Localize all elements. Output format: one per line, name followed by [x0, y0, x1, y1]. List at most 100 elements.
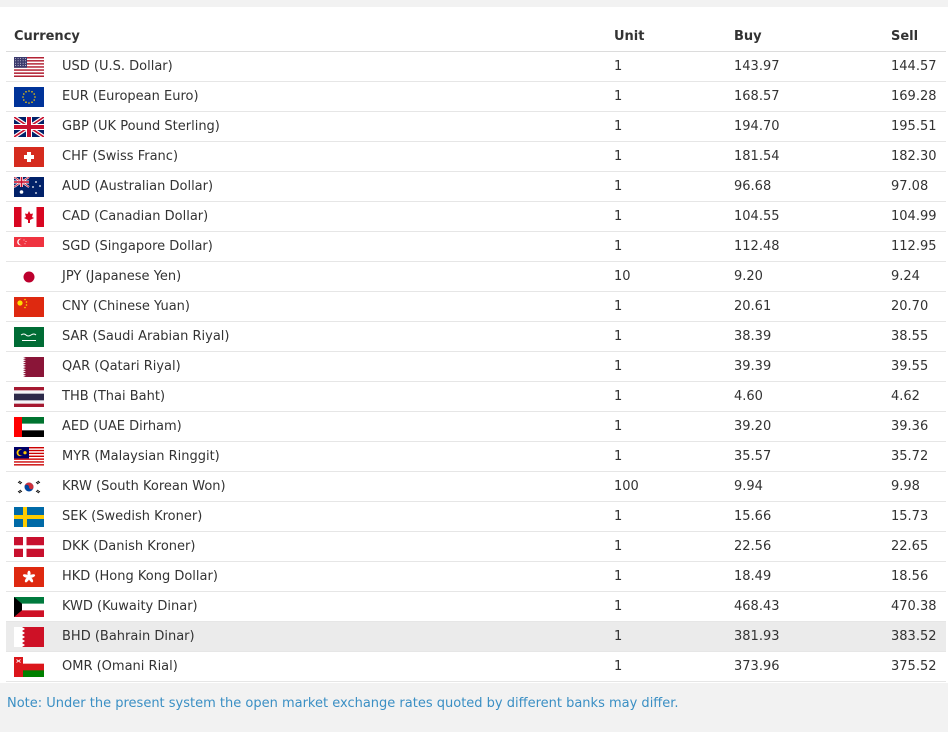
currency-cell: SAR (Saudi Arabian Riyal): [62, 321, 614, 352]
flag-cell: [6, 381, 62, 412]
uk-flag-icon: [14, 116, 44, 137]
dk-flag-icon: [14, 536, 44, 557]
unit-cell: 1: [614, 591, 734, 622]
table-row: QAR (Qatari Riyal) 1 39.39 39.55: [6, 351, 946, 382]
flag-cell: [6, 231, 62, 262]
buy-rate-cell: 38.39: [734, 321, 891, 352]
sell-rate-cell: 18.56: [891, 561, 946, 592]
sell-rate-cell: 169.28: [891, 81, 946, 112]
sell-rate-cell: 182.30: [891, 141, 946, 172]
buy-header: Buy: [734, 22, 891, 52]
table-row: CNY (Chinese Yuan) 1 20.61 20.70: [6, 291, 946, 322]
table-row: USD (U.S. Dollar) 1 143.97 144.57: [6, 51, 946, 82]
buy-rate-cell: 20.61: [734, 291, 891, 322]
flag-cell: [6, 111, 62, 142]
buy-rate-cell: 373.96: [734, 651, 891, 682]
table-row: HKD (Hong Kong Dollar) 1 18.49 18.56: [6, 561, 946, 592]
exchange-rate-panel: Currency Unit Buy Sell USD (U.S. Dollar)…: [0, 7, 948, 683]
sell-rate-cell: 383.52: [891, 621, 946, 652]
table-row: THB (Thai Baht) 1 4.60 4.62: [6, 381, 946, 412]
jp-flag-icon: [14, 266, 44, 287]
table-row: KRW (South Korean Won) 100 9.94 9.98: [6, 471, 946, 502]
unit-cell: 1: [614, 111, 734, 142]
buy-rate-cell: 4.60: [734, 381, 891, 412]
sell-rate-cell: 112.95: [891, 231, 946, 262]
currency-cell: QAR (Qatari Riyal): [62, 351, 614, 382]
buy-rate-cell: 18.49: [734, 561, 891, 592]
flag-cell: [6, 261, 62, 292]
kw-flag-icon: [14, 596, 44, 617]
qa-flag-icon: [14, 356, 44, 377]
sell-rate-cell: 195.51: [891, 111, 946, 142]
currency-cell: THB (Thai Baht): [62, 381, 614, 412]
table-header-row: Currency Unit Buy Sell: [6, 22, 946, 52]
currency-cell: AED (UAE Dirham): [62, 411, 614, 442]
sell-rate-cell: 38.55: [891, 321, 946, 352]
table-body: USD (U.S. Dollar) 1 143.97 144.57 EUR (E…: [6, 51, 946, 682]
unit-cell: 1: [614, 501, 734, 532]
flag-cell: [6, 291, 62, 322]
buy-rate-cell: 39.39: [734, 351, 891, 382]
flag-cell: [6, 531, 62, 562]
buy-rate-cell: 381.93: [734, 621, 891, 652]
unit-cell: 1: [614, 291, 734, 322]
sell-rate-cell: 39.55: [891, 351, 946, 382]
buy-rate-cell: 112.48: [734, 231, 891, 262]
sell-rate-cell: 470.38: [891, 591, 946, 622]
ch-flag-icon: [14, 146, 44, 167]
buy-rate-cell: 9.94: [734, 471, 891, 502]
buy-rate-cell: 35.57: [734, 441, 891, 472]
unit-cell: 1: [614, 201, 734, 232]
unit-header: Unit: [614, 22, 734, 52]
sell-rate-cell: 15.73: [891, 501, 946, 532]
buy-rate-cell: 96.68: [734, 171, 891, 202]
table-row: EUR (European Euro) 1 168.57 169.28: [6, 81, 946, 112]
unit-cell: 1: [614, 531, 734, 562]
table-row: SAR (Saudi Arabian Riyal) 1 38.39 38.55: [6, 321, 946, 352]
currency-cell: MYR (Malaysian Ringgit): [62, 441, 614, 472]
buy-rate-cell: 194.70: [734, 111, 891, 142]
table-row: MYR (Malaysian Ringgit) 1 35.57 35.72: [6, 441, 946, 472]
unit-cell: 1: [614, 51, 734, 82]
unit-cell: 1: [614, 321, 734, 352]
table-row: DKK (Danish Kroner) 1 22.56 22.65: [6, 531, 946, 562]
eu-flag-icon: [14, 86, 44, 107]
th-flag-icon: [14, 386, 44, 407]
sell-rate-cell: 35.72: [891, 441, 946, 472]
table-row: JPY (Japanese Yen) 10 9.20 9.24: [6, 261, 946, 292]
ae-flag-icon: [14, 416, 44, 437]
flag-cell: [6, 81, 62, 112]
buy-rate-cell: 39.20: [734, 411, 891, 442]
flag-cell: [6, 141, 62, 172]
table-row: KWD (Kuwaity Dinar) 1 468.43 470.38: [6, 591, 946, 622]
currency-cell: AUD (Australian Dollar): [62, 171, 614, 202]
hk-flag-icon: [14, 566, 44, 587]
buy-rate-cell: 181.54: [734, 141, 891, 172]
bh-flag-icon: [14, 626, 44, 647]
sa-flag-icon: [14, 326, 44, 347]
au-flag-icon: [14, 176, 44, 197]
currency-cell: CNY (Chinese Yuan): [62, 291, 614, 322]
buy-rate-cell: 104.55: [734, 201, 891, 232]
unit-cell: 1: [614, 81, 734, 112]
om-flag-icon: [14, 656, 44, 677]
buy-rate-cell: 9.20: [734, 261, 891, 292]
table-row: AUD (Australian Dollar) 1 96.68 97.08: [6, 171, 946, 202]
table-row: CHF (Swiss Franc) 1 181.54 182.30: [6, 141, 946, 172]
sell-header: Sell: [891, 22, 946, 52]
unit-cell: 100: [614, 471, 734, 502]
currency-cell: DKK (Danish Kroner): [62, 531, 614, 562]
buy-rate-cell: 468.43: [734, 591, 891, 622]
currency-cell: CHF (Swiss Franc): [62, 141, 614, 172]
flag-cell: [6, 411, 62, 442]
unit-cell: 1: [614, 561, 734, 592]
currency-cell: GBP (UK Pound Sterling): [62, 111, 614, 142]
unit-cell: 10: [614, 261, 734, 292]
currency-cell: JPY (Japanese Yen): [62, 261, 614, 292]
sell-rate-cell: 20.70: [891, 291, 946, 322]
flag-cell: [6, 621, 62, 652]
buy-rate-cell: 22.56: [734, 531, 891, 562]
se-flag-icon: [14, 506, 44, 527]
unit-cell: 1: [614, 411, 734, 442]
sell-rate-cell: 144.57: [891, 51, 946, 82]
